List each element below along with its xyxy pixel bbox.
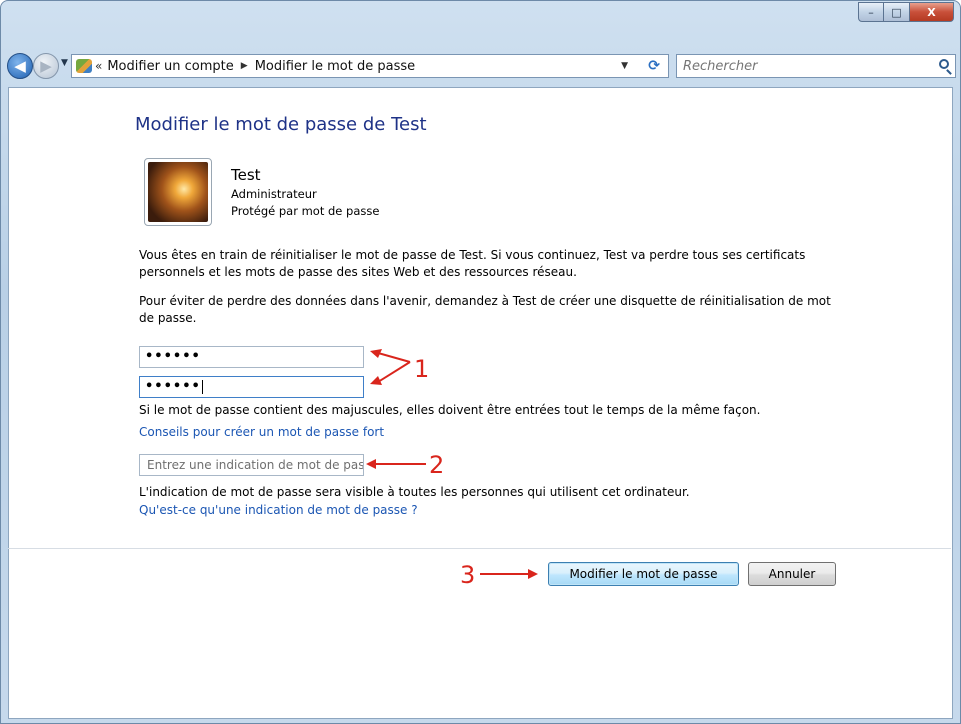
annotation-arrowhead-2 [366, 459, 376, 469]
annotation-label-1: 1 [414, 355, 430, 383]
annotation-arrow-1b [377, 361, 411, 383]
annotation-arrow-1a [377, 352, 411, 363]
annotation-label-3: 3 [460, 561, 476, 589]
annotation-label-2: 2 [429, 451, 445, 479]
annotation-arrowhead-3 [528, 569, 538, 579]
annotation-arrows [366, 349, 538, 579]
